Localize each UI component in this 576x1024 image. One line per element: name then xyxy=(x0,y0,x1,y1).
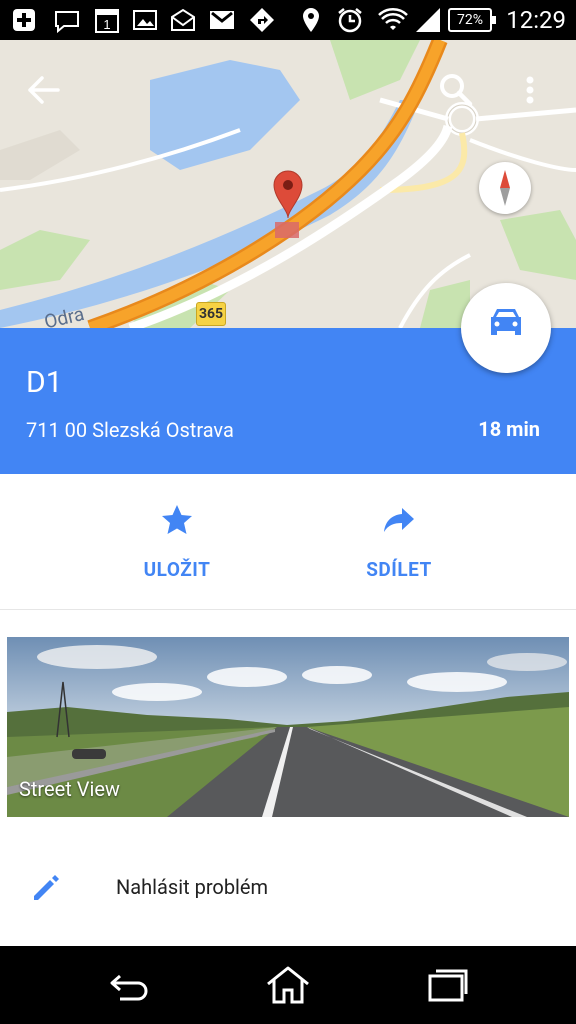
report-problem-label: Nahlásit problém xyxy=(116,875,269,899)
search-button[interactable] xyxy=(436,70,476,110)
wifi-icon xyxy=(378,8,408,30)
compass-icon xyxy=(500,170,510,206)
nav-home-button[interactable] xyxy=(264,964,312,1006)
nav-back-button[interactable] xyxy=(106,964,154,1006)
share-arrow-icon xyxy=(384,508,414,532)
image-icon xyxy=(133,10,157,30)
save-button[interactable]: ULOŽIT xyxy=(87,474,267,610)
car-icon xyxy=(491,309,521,335)
share-label: SDÍLET xyxy=(366,558,432,581)
place-address: 711 00 Slezská Ostrava xyxy=(26,418,234,442)
report-problem-row[interactable]: Nahlásit problém xyxy=(0,840,576,936)
system-nav-bar xyxy=(0,946,576,1024)
back-button[interactable] xyxy=(22,72,66,108)
calendar-icon: 1 xyxy=(95,9,119,33)
signal-icon xyxy=(416,8,440,32)
travel-time: 18 min xyxy=(478,417,540,441)
mail-icon xyxy=(171,8,195,31)
alarm-icon xyxy=(338,8,362,33)
pencil-icon xyxy=(34,875,59,900)
nav-recents-button[interactable] xyxy=(424,964,472,1006)
street-view-label: Street View xyxy=(19,777,120,801)
location-icon xyxy=(303,8,319,32)
chat-icon xyxy=(55,11,79,34)
road-number-badge: 365 xyxy=(196,302,226,326)
overflow-menu-button[interactable] xyxy=(516,70,544,110)
share-button[interactable]: SDÍLET xyxy=(309,474,489,610)
svg-text:1: 1 xyxy=(103,17,110,32)
plus-icon xyxy=(13,9,35,31)
battery-indicator: 72% xyxy=(448,8,496,32)
compass-button[interactable] xyxy=(479,162,531,214)
place-actions: ULOŽIT SDÍLET xyxy=(0,474,576,610)
street-view-thumbnail[interactable]: Street View xyxy=(7,637,569,817)
status-bar: 1 72% 12:29 xyxy=(0,0,576,40)
directions-button[interactable] xyxy=(461,283,551,373)
status-time: 12:29 xyxy=(506,6,566,34)
navigation-icon xyxy=(250,8,274,32)
place-title: D1 xyxy=(26,365,63,400)
save-label: ULOŽIT xyxy=(143,558,211,581)
star-icon xyxy=(162,505,192,534)
gmail-icon xyxy=(210,11,234,29)
